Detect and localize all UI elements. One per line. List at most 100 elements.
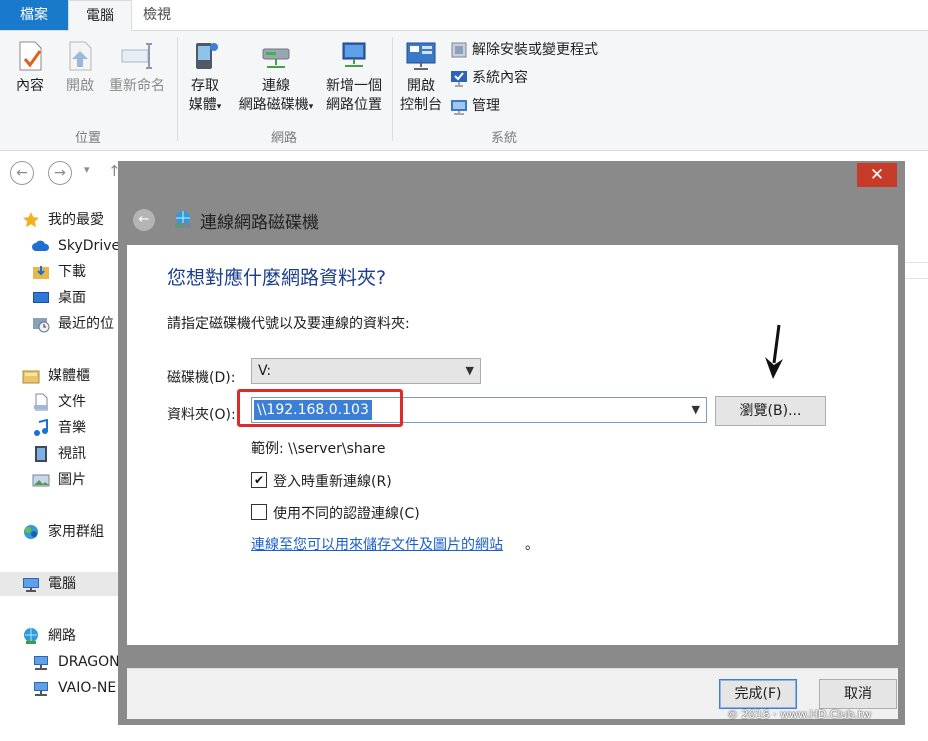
nav-item-documents[interactable]: 文件 (0, 390, 118, 414)
link-suffix: 。 (525, 537, 539, 553)
add-location-label-2: 網路位置 (326, 97, 382, 113)
nav-item-favorites[interactable]: 我的最愛 (0, 208, 118, 232)
properties-label: 內容 (16, 78, 44, 94)
map-network-drive-button[interactable]: 連線 網路磁碟機▾ (232, 39, 320, 117)
reconnect-label[interactable]: 登入時重新連線(R) (273, 471, 392, 491)
browse-button[interactable]: 瀏覽(B)... (715, 396, 826, 426)
access-media-label-1: 存取 (191, 78, 219, 94)
system-properties-button[interactable]: 系統內容 (450, 67, 528, 89)
open-control-panel-button[interactable]: 開啟 控制台 (398, 39, 444, 115)
access-media-label-2: 媒體 (188, 97, 217, 113)
nav-item-videos[interactable]: 視訊 (0, 442, 118, 466)
dialog-back-button[interactable]: ← (133, 209, 155, 231)
nav-label: 視訊 (58, 446, 86, 462)
chevron-down-icon: ▼ (691, 403, 700, 416)
chevron-down-icon: ▼ (465, 364, 474, 377)
nav-label: SkyDrive (58, 238, 118, 254)
nav-label: DRAGON (58, 654, 118, 670)
connect-website-link[interactable]: 連線至您可以用來儲存文件及圖片的網站 (251, 534, 503, 554)
group-label-system: 系統 (490, 131, 517, 146)
cloud-icon (32, 240, 50, 251)
properties-icon (19, 41, 42, 71)
nav-item-downloads[interactable]: 下載 (0, 260, 118, 284)
forward-button[interactable]: → (48, 161, 72, 185)
access-media-button[interactable]: 存取 媒體▾ (184, 39, 226, 117)
map-network-drive-dialog: ✕ ← 連線網路磁碟機 您想對應什麼網路資料夾? 請指定磁碟機代號以及要連線的資… (118, 161, 905, 725)
ribbon: 內容 開啟 重新命名 位置 存取 媒體▾ 連線 網路磁碟機▾ 新增一個 網路位置… (0, 31, 928, 151)
network-computer-icon (34, 656, 48, 670)
uninstall-icon (451, 42, 467, 58)
nav-label: 媒體櫃 (48, 368, 90, 384)
nav-label: 電腦 (48, 576, 76, 592)
back-button[interactable]: ← (10, 161, 34, 185)
properties-button[interactable]: 內容 (10, 39, 50, 96)
nav-item-pictures[interactable]: 圖片 (0, 468, 118, 492)
drive-select[interactable]: V: ▼ (251, 358, 481, 384)
manage-icon (451, 100, 467, 115)
download-folder-icon (33, 266, 49, 279)
group-separator (177, 37, 178, 141)
add-network-location-button[interactable]: 新增一個 網路位置 (322, 39, 386, 115)
network-location-icon (342, 42, 366, 67)
recent-places-icon (33, 318, 50, 333)
dropdown-arrow-icon: ▾ (216, 102, 222, 112)
nav-item-dragon[interactable]: DRAGON (0, 650, 118, 674)
cancel-button[interactable]: 取消 (819, 679, 897, 709)
dialog-heading: 您想對應什麼網路資料夾? (167, 267, 387, 289)
close-button[interactable]: ✕ (857, 163, 897, 187)
instruction-text: 請指定磁碟機代號以及要連線的資料夾: (167, 316, 410, 332)
tab-computer[interactable]: 電腦 (68, 0, 132, 32)
nav-label: 文件 (58, 394, 86, 410)
nav-label: 網路 (48, 628, 76, 644)
nav-item-desktop[interactable]: 桌面 (0, 286, 118, 310)
different-credentials-checkbox[interactable] (251, 504, 267, 520)
documents-icon (34, 393, 48, 411)
manage-button[interactable]: 管理 (450, 95, 500, 117)
nav-item-recent[interactable]: 最近的位 (0, 312, 118, 336)
dialog-title: 連線網路磁碟機 (200, 213, 319, 233)
nav-item-libraries[interactable]: 媒體櫃 (0, 364, 118, 388)
nav-item-homegroup[interactable]: 家用群組 (0, 520, 118, 544)
control-panel-label-2: 控制台 (400, 97, 442, 113)
tab-file[interactable]: 檔案 (0, 0, 68, 30)
library-icon (22, 370, 40, 384)
drive-value: V: (258, 363, 272, 379)
uninstall-program-button[interactable]: 解除安裝或變更程式 (450, 39, 598, 61)
computer-icon (23, 578, 39, 592)
nav-item-music[interactable]: 音樂 (0, 416, 118, 440)
different-credentials-label[interactable]: 使用不同的認證連線(C) (273, 503, 420, 523)
group-label-network: 網路 (270, 131, 297, 146)
open-button[interactable]: 開啟 (60, 39, 100, 96)
column-divider (905, 262, 928, 263)
network-drive-icon (262, 48, 290, 68)
nav-label: 音樂 (58, 420, 86, 436)
folder-label: 資料夾(O): (167, 407, 236, 423)
network-icon (24, 628, 38, 644)
network-computer-icon (34, 682, 48, 696)
control-panel-icon (406, 42, 436, 70)
recent-locations-dropdown[interactable]: ▾ (84, 163, 90, 176)
nav-label: 桌面 (58, 290, 86, 306)
nav-item-skydrive[interactable]: SkyDrive (0, 234, 118, 258)
column-divider (905, 278, 928, 279)
nav-label: 最近的位 (58, 316, 114, 332)
navigation-pane: 我的最愛 SkyDrive 下載 桌面 最近的位 媒體櫃 文件 音樂 視訊 圖片… (0, 200, 118, 741)
nav-label: 我的最愛 (48, 212, 104, 228)
nav-item-vaio[interactable]: VAIO-NE (0, 676, 118, 700)
nav-item-network[interactable]: 網路 (0, 624, 118, 648)
arrow-annotation-icon (765, 324, 783, 379)
nav-item-computer[interactable]: 電腦 (0, 572, 118, 596)
tab-view[interactable]: 檢視 (131, 0, 183, 30)
nav-label: 家用群組 (48, 524, 104, 540)
reconnect-checkbox[interactable]: ✔ (251, 472, 267, 488)
map-drive-label-2: 網路磁碟機 (238, 97, 309, 113)
nav-label: 下載 (58, 264, 86, 280)
manage-label: 管理 (472, 98, 500, 114)
media-device-icon (196, 43, 218, 69)
network-drive-icon (175, 211, 191, 228)
map-drive-label-1: 連線 (262, 78, 290, 94)
finish-button[interactable]: 完成(F) (719, 679, 797, 709)
pictures-icon (32, 474, 50, 487)
rename-button[interactable]: 重新命名 (104, 39, 170, 96)
system-properties-icon (451, 71, 467, 87)
